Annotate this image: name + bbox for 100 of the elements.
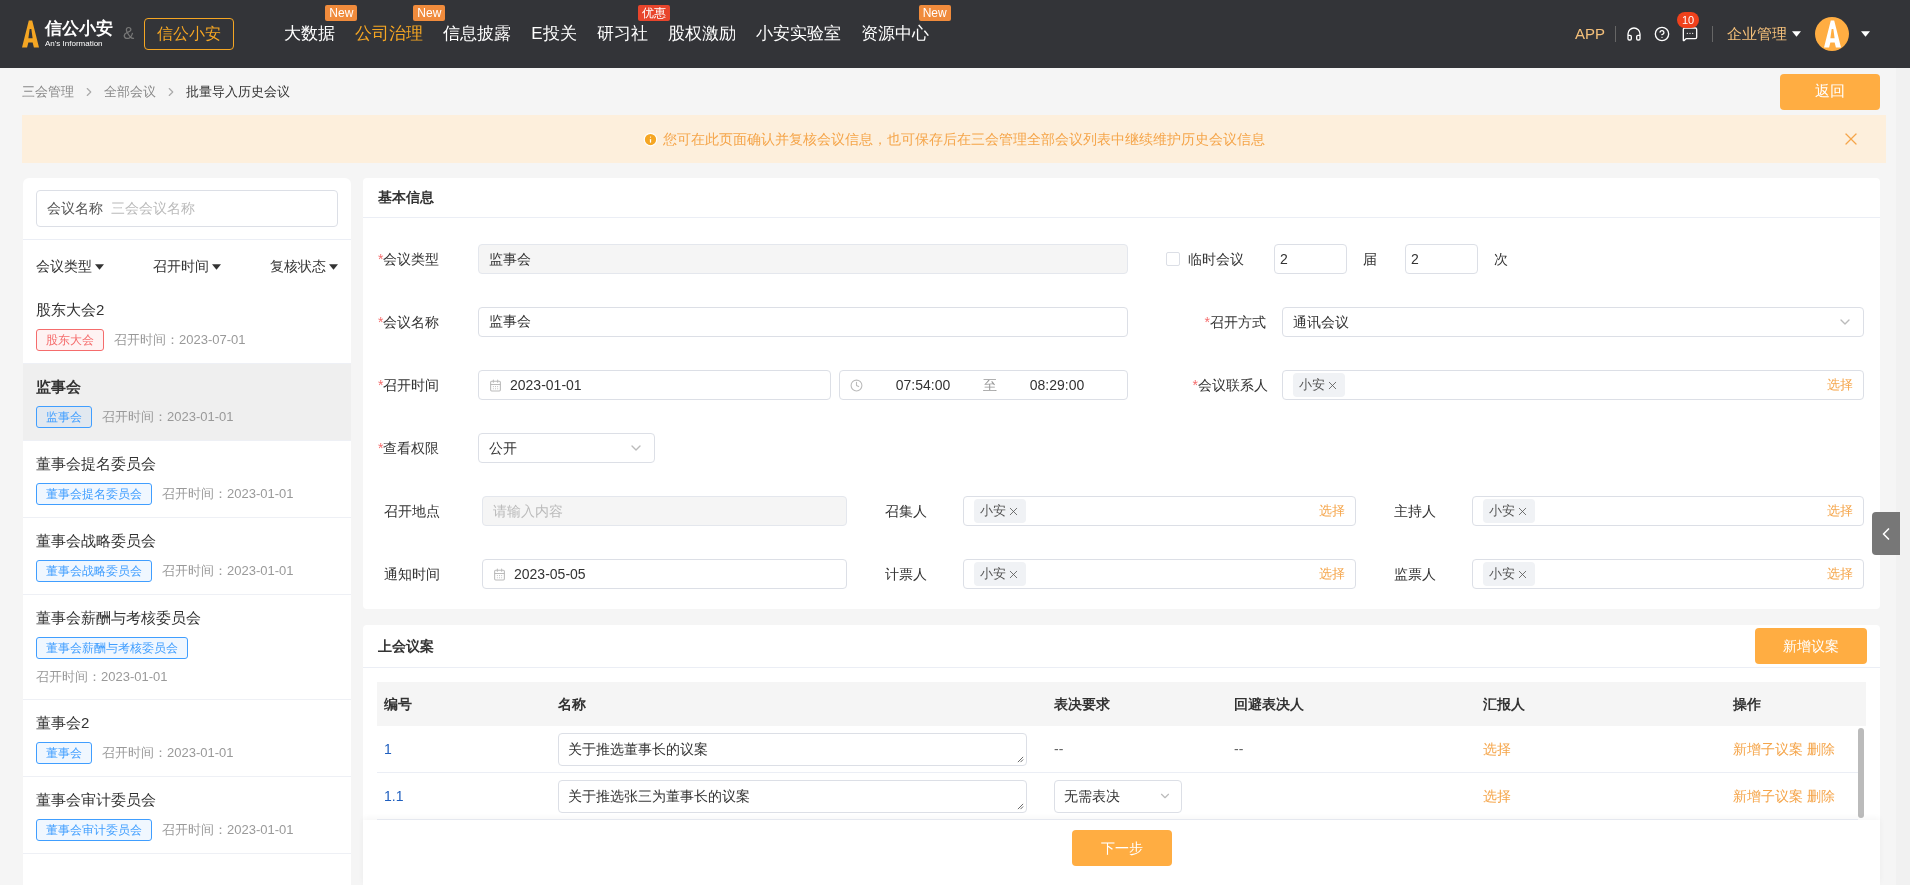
nav-link[interactable]: E投关 [531,24,577,44]
support-icon[interactable] [1626,26,1642,42]
meeting-time: 召开时间：2023-01-01 [36,668,168,686]
people-select-field[interactable]: 小安 选择 [1471,559,1864,589]
people-select-field[interactable]: 小安 选择 [963,559,1356,589]
table-cell: 1.1 [384,788,404,804]
requirement-select[interactable]: 无需表决 [1054,779,1182,813]
table-cell: 1 [384,741,392,757]
nav-badge: New [325,5,358,22]
people-select-field[interactable]: 小安 选择 [1471,496,1864,526]
field-label: 召开地点 [384,503,440,519]
meeting-list-item[interactable]: 监事会 监事会 召开时间：2023-01-01 [23,364,351,441]
message-icon[interactable] [1682,26,1698,42]
method-select[interactable]: 通讯会议 [1282,307,1864,337]
session-input[interactable]: 2 [1274,244,1347,274]
field-label: 监票人 [1393,566,1436,582]
nav-link[interactable]: 资源中心 [860,24,929,44]
unit-text: 次 [1494,249,1508,269]
unit-text: 届 [1363,249,1377,269]
date-field[interactable]: 2023-05-05 [482,559,847,589]
date-field[interactable]: 2023-01-01 [478,370,831,400]
meeting-type-tag: 股东大会 [36,329,104,351]
table-cell: -- [1234,741,1244,757]
caret-icon [329,263,338,270]
column-header: 编号 [384,696,412,712]
field-label: *会议类型 [378,251,440,267]
sequence-input[interactable]: 2 [1405,244,1478,274]
enterprise-menu[interactable]: 企业管理 [1727,22,1801,46]
proposal-name-input[interactable]: 关于推选董事长的议案 [558,732,1027,766]
nav-link[interactable]: 公司治理 [355,24,424,44]
proposal-name-input[interactable]: 关于推选张三为董事长的议案 [558,779,1027,813]
meeting-type-tag: 董事会战略委员会 [36,560,152,582]
notice-text: 您可在此页面确认并复核会议信息，也可保存后在三会管理全部会议列表中继续维护历史会议信息 [663,129,1265,149]
meeting-type-tag: 董事会提名委员会 [36,483,152,505]
meeting-title: 董事会审计委员会 [36,789,157,810]
permission-select[interactable]: 公开 [478,433,655,463]
field-label: *查看权限 [378,440,440,456]
caret-icon [1792,31,1801,37]
meeting-type-tag: 董事会 [36,741,92,764]
filter-dropdown[interactable]: 召开时间 [153,256,221,277]
info-icon [643,131,658,147]
checkbox[interactable] [1166,252,1180,266]
meeting-time: 召开时间：2023-01-01 [102,743,234,762]
meeting-time: 召开时间：2023-01-01 [162,820,294,839]
search-label: 会议名称 [47,199,103,218]
nav-link[interactable]: 信息披露 [443,24,512,44]
caret-icon [212,263,221,270]
column-header: 表决要求 [1054,696,1110,712]
nav-link[interactable]: 股权激励 [667,24,736,44]
logo-icon [22,20,39,48]
caret-icon [1861,31,1870,37]
meeting-name-input[interactable]: 监事会 [478,307,1128,337]
section-title: 基本信息 [378,188,434,207]
field-label: *会议联系人 [1192,375,1268,395]
nav-badge: New [413,5,446,22]
people-select-field[interactable]: 小安 选择 [963,496,1356,526]
resize-handle-icon[interactable] [1017,755,1024,763]
meeting-time: 召开时间：2023-07-01 [114,331,246,350]
clock-icon [850,378,863,392]
resize-handle-icon[interactable] [1017,802,1024,810]
nav-link[interactable]: 研习社 [596,24,648,44]
meeting-time: 召开时间：2023-01-01 [102,408,234,427]
field-label: *召开时间 [378,377,440,393]
nav-link[interactable]: 大数据 [284,24,336,44]
breadcrumb-link[interactable]: 批量导入历史会议 [186,81,290,102]
person-tag: 小安 [1482,499,1535,523]
meeting-time: 召开时间：2023-01-01 [162,562,294,581]
filter-dropdown[interactable]: 复核状态 [270,256,338,277]
app-link[interactable]: APP [1575,22,1605,46]
person-tag: 小安 [1293,373,1345,397]
person-tag: 小安 [1482,562,1535,586]
field-label: 召集人 [885,503,927,519]
people-select-field[interactable]: 小安 选择 [1282,370,1864,400]
meeting-title: 董事会2 [36,712,91,733]
help-icon[interactable] [1654,26,1670,42]
column-header: 名称 [558,696,586,712]
meeting-type-tag: 监事会 [36,406,92,428]
column-header: 操作 [1733,696,1761,712]
table-cell: -- [1054,741,1064,757]
meeting-title: 监事会 [36,377,82,397]
person-tag: 小安 [974,499,1026,523]
brand-button[interactable]: 信公小安 [144,18,235,50]
avatar-icon [1823,20,1841,48]
person-tag: 小安 [974,562,1026,586]
field-label: *召开方式 [1204,312,1266,332]
nav-link[interactable]: 小安实验室 [755,24,841,44]
collapse-tab[interactable] [1872,512,1900,555]
calendar-icon [489,378,502,392]
filter-dropdown[interactable]: 会议类型 [36,256,104,277]
field-label: 主持人 [1393,503,1436,519]
caret-icon [95,263,104,270]
time-range-field[interactable]: 07:54:00 至 08:29:00 [839,370,1128,400]
column-header: 回避表决人 [1234,696,1304,712]
avatar[interactable] [1815,17,1849,51]
logo-subtitle: An's Information [45,40,104,48]
meeting-type-tag: 董事会薪酬与考核委员会 [36,637,188,659]
meeting-type-tag: 董事会审计委员会 [36,818,152,841]
scrollbar-thumb[interactable] [1858,728,1864,818]
meeting-title: 董事会提名委员会 [36,454,157,474]
nav-badge: New [918,5,951,22]
